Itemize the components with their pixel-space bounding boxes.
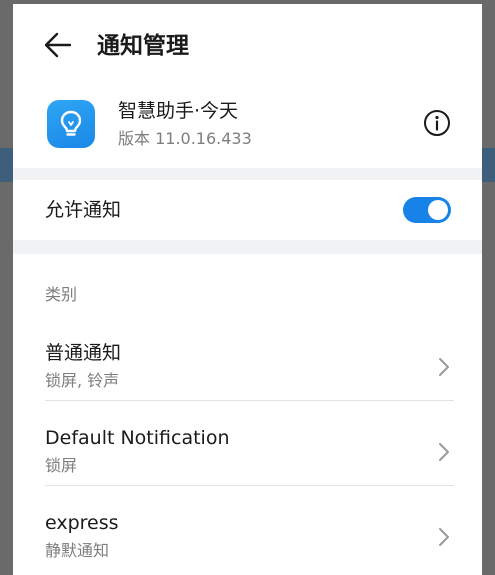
app-version: 版本 11.0.16.433 — [118, 129, 252, 148]
category-row-general[interactable]: 普通通知 锁屏, 铃声 — [13, 326, 482, 410]
category-subtitle: 锁屏 — [45, 456, 78, 475]
toggle-knob — [428, 200, 448, 220]
category-title: 普通通知 — [45, 342, 122, 364]
divider — [45, 485, 454, 486]
notification-settings-sheet: 通知管理 智慧助手·今天 版本 11.0.16.433 允许通知 类别 普通通知… — [13, 4, 482, 575]
arrow-left-icon[interactable] — [43, 30, 73, 60]
header-bar: 通知管理 — [13, 4, 482, 84]
app-icon — [47, 100, 95, 148]
category-list-card: 类别 普通通知 锁屏, 铃声 Default Notification 锁屏 e… — [13, 254, 482, 575]
category-subtitle: 锁屏, 铃声 — [45, 371, 120, 390]
category-subtitle: 静默通知 — [45, 541, 110, 560]
chevron-right-icon — [439, 443, 449, 461]
chevron-right-icon — [439, 358, 449, 376]
category-row-express[interactable]: express 静默通知 — [13, 496, 482, 575]
allow-notifications-label: 允许通知 — [45, 199, 122, 221]
allow-notifications-toggle[interactable] — [403, 197, 451, 223]
section-label-categories: 类别 — [45, 285, 78, 304]
app-name: 智慧助手·今天 — [118, 100, 239, 122]
lightbulb-icon — [60, 110, 82, 136]
divider — [45, 400, 454, 401]
category-title: express — [45, 512, 119, 534]
info-icon[interactable] — [423, 109, 451, 137]
page-title: 通知管理 — [97, 33, 189, 59]
app-info-card: 智慧助手·今天 版本 11.0.16.433 — [13, 84, 482, 168]
chevron-right-icon — [439, 528, 449, 546]
allow-notifications-row: 允许通知 — [13, 180, 482, 240]
category-title: Default Notification — [45, 427, 230, 449]
category-row-default[interactable]: Default Notification 锁屏 — [13, 411, 482, 495]
